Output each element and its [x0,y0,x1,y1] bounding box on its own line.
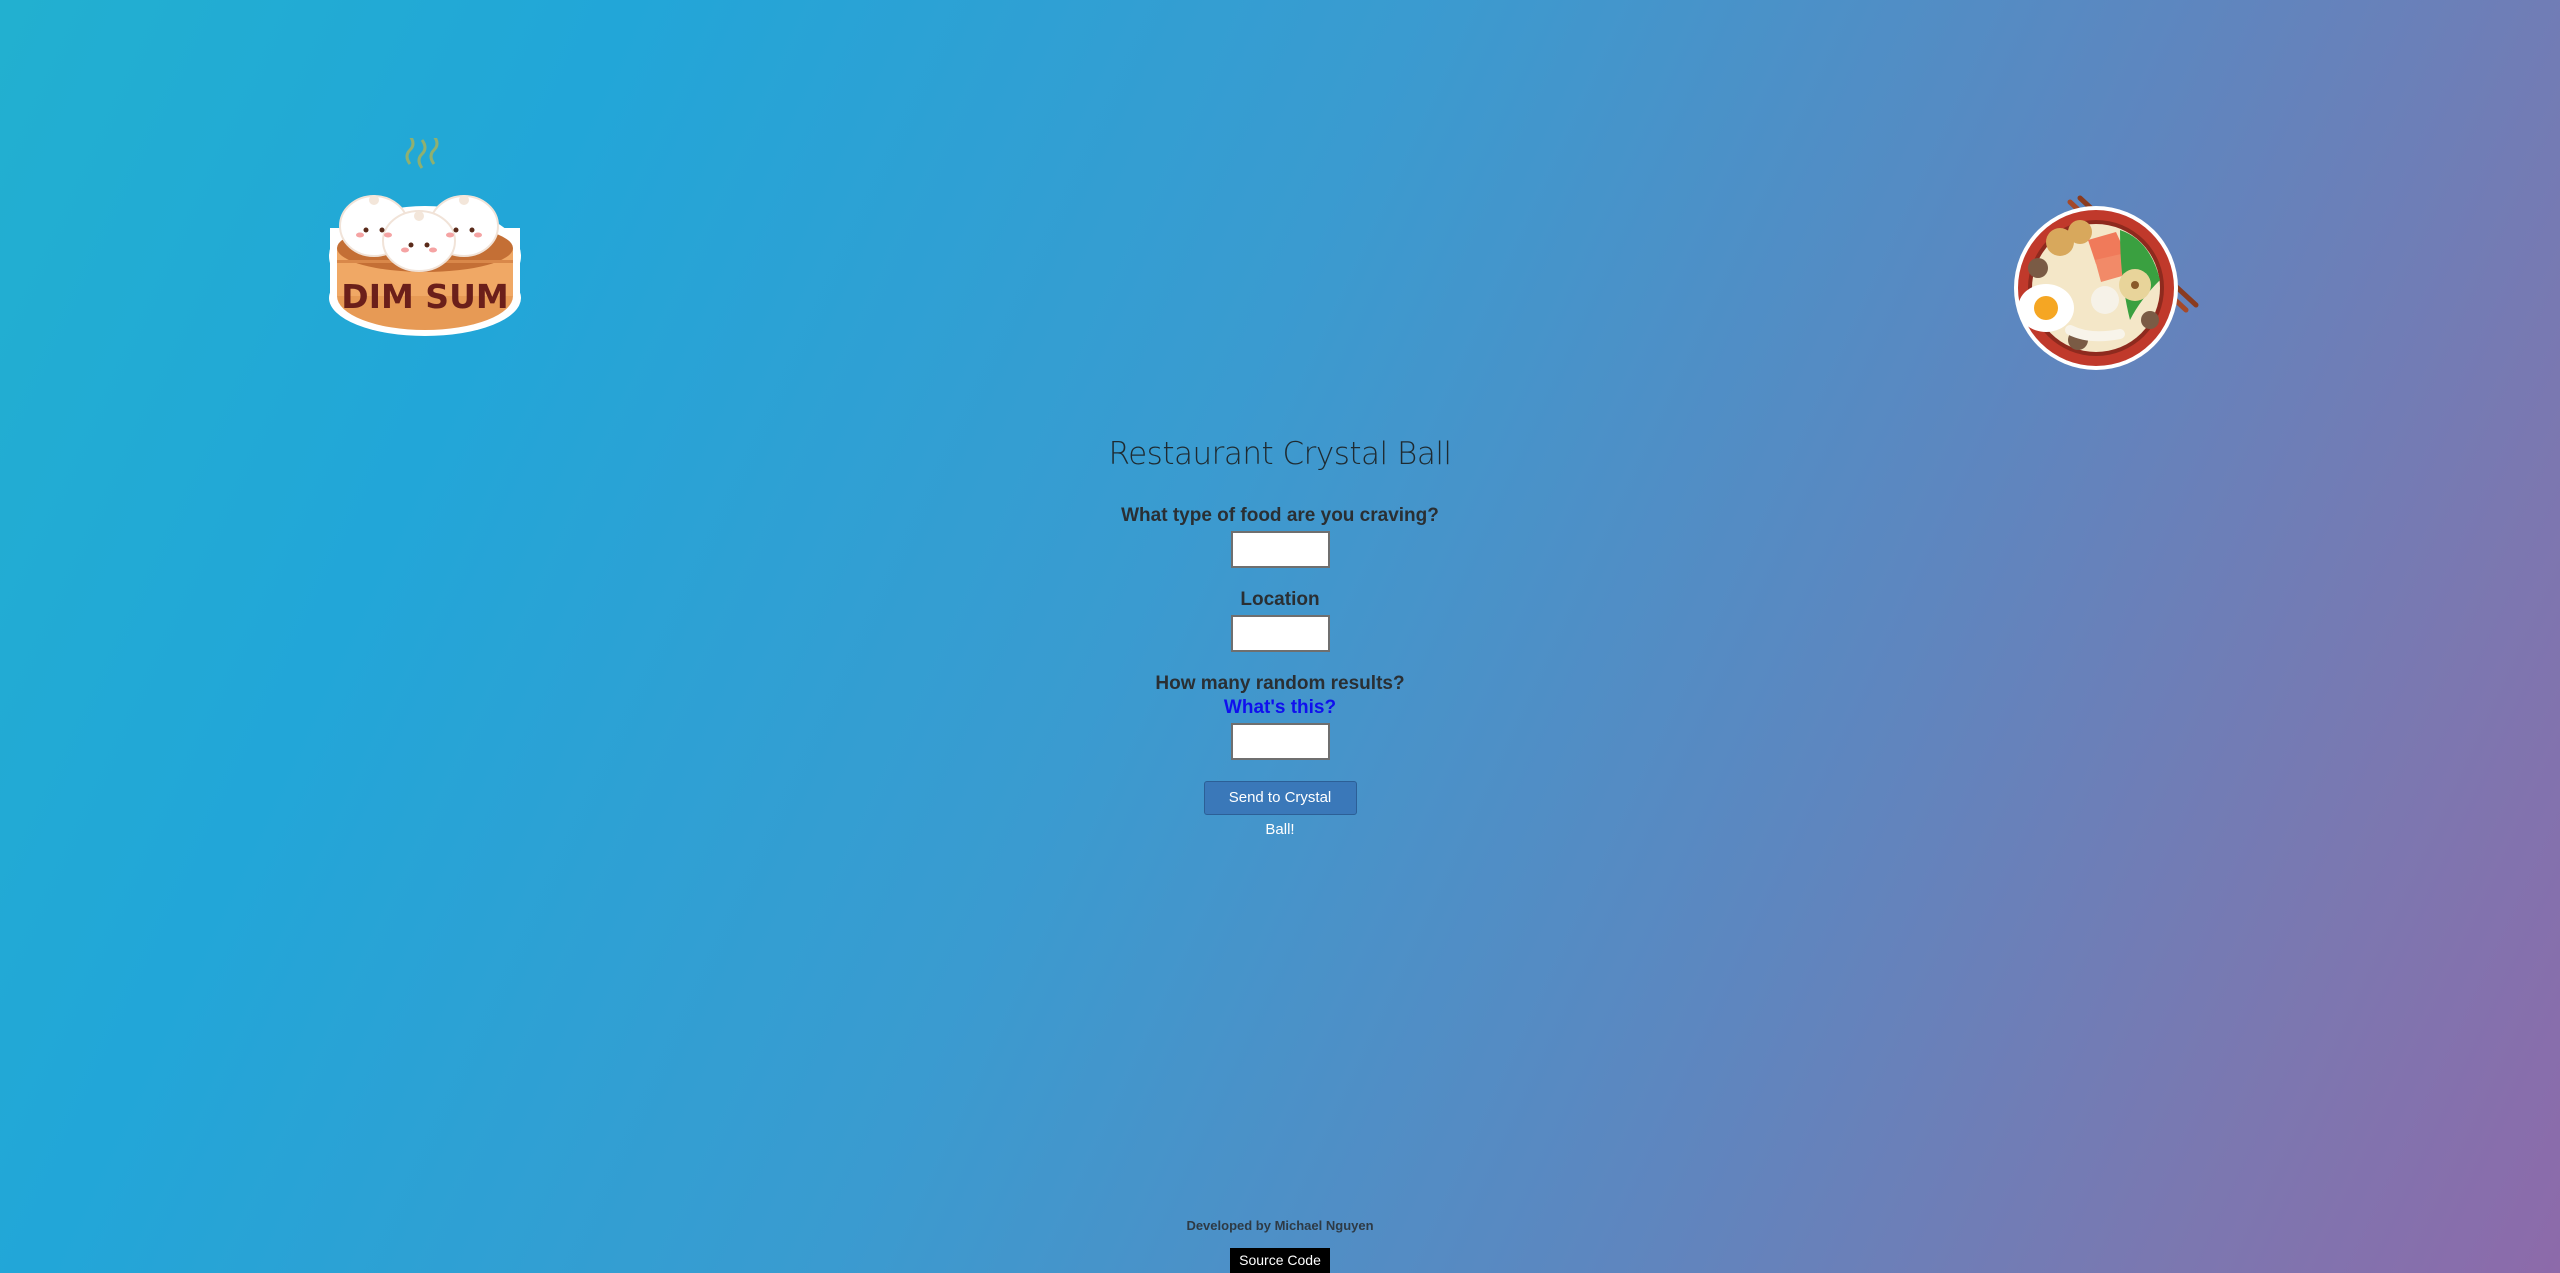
results-count-label: How many random results? [1155,673,1405,694]
dim-sum-logo-icon: DIM SUM [329,138,521,336]
food-field-group: What type of food are you craving? [0,504,2560,568]
whats-this-link[interactable]: What's this? [0,696,2560,720]
send-to-crystal-ball-button[interactable]: Send to Crystal Ball! [1203,781,1357,838]
developer-credit: Developed by Michael Nguyen [1186,1218,1374,1233]
results-count-input[interactable] [1230,723,1330,760]
source-code-button[interactable]: Source Code [1230,1248,1330,1273]
page: DIM SUM Restaurant Crystal Ball What typ… [0,0,2560,1273]
svg-text:DIM SUM: DIM SUM [341,277,508,316]
location-input[interactable] [1230,615,1330,652]
location-field-group: Location [0,588,2560,652]
location-label: Location [1240,589,1320,610]
food-type-label: What type of food are you craving? [1121,505,1439,526]
food-type-input[interactable] [1230,531,1330,568]
noodle-bowl-icon [2014,195,2199,370]
results-field-group: How many random results? What's this? [0,672,2560,760]
page-title: Restaurant Crystal Ball [1108,436,1452,472]
search-form: What type of food are you craving? Locat… [0,504,2560,839]
